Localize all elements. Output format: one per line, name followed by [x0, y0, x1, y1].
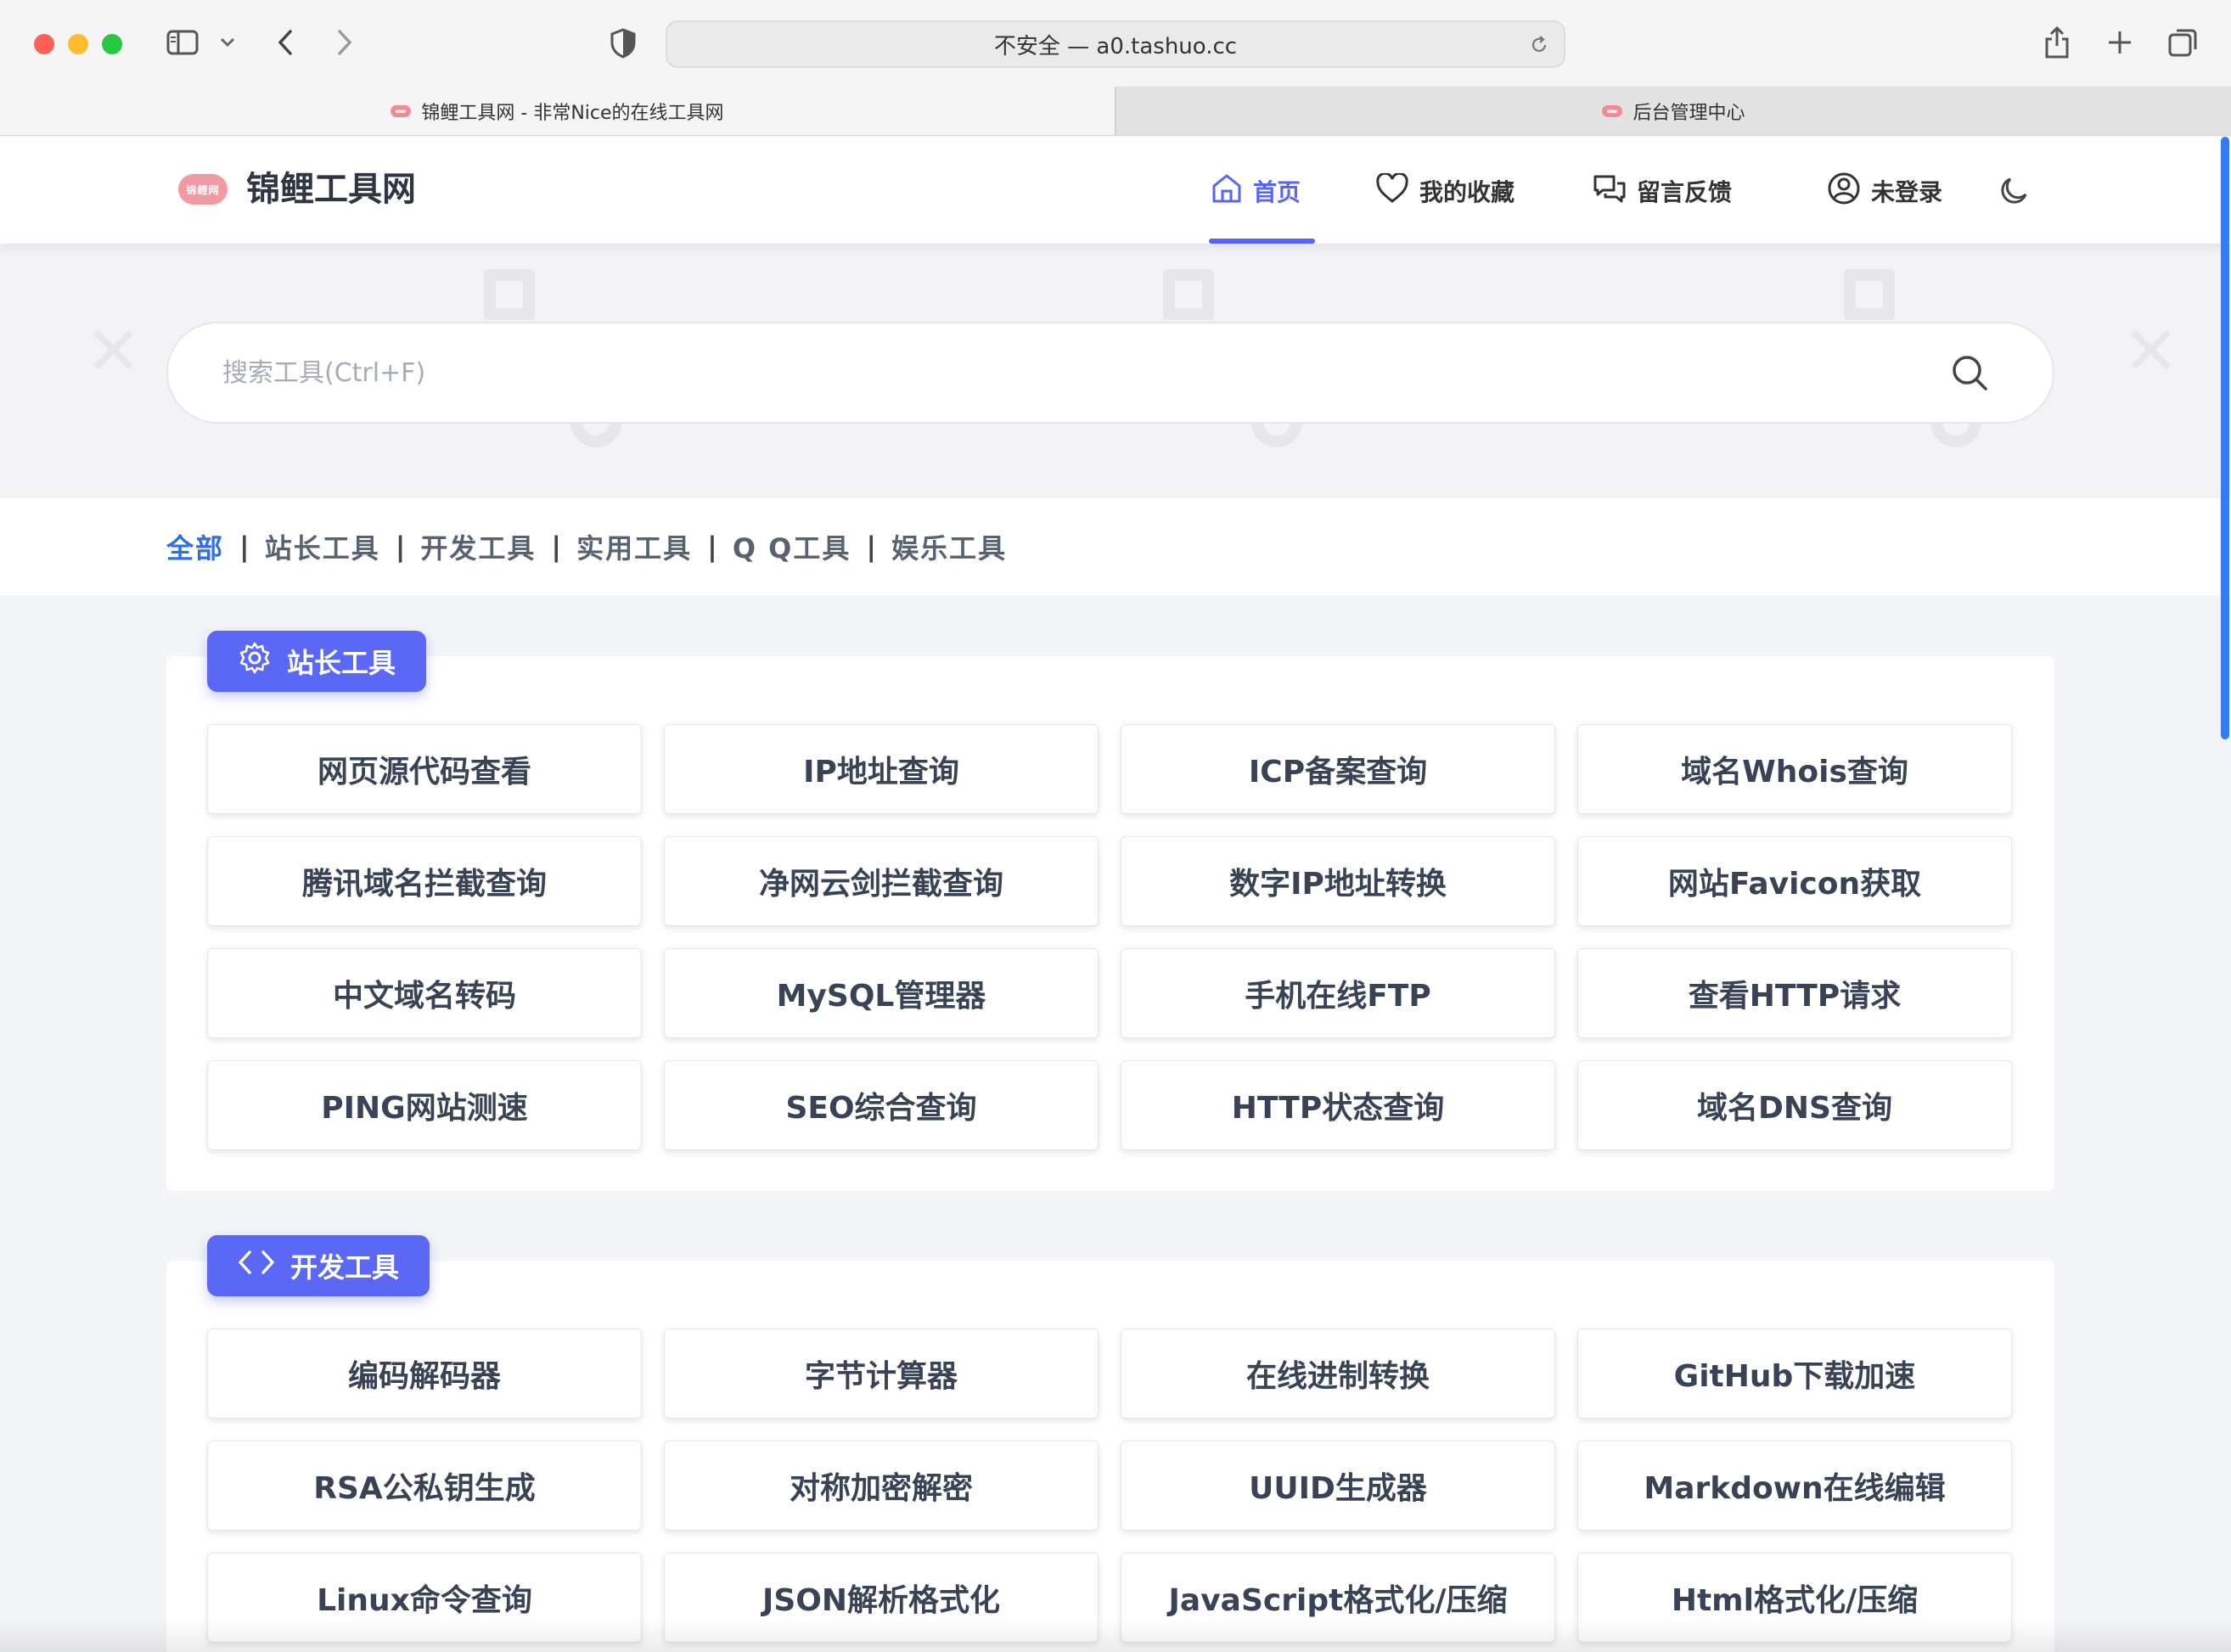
page-viewport: 锦鲤网 锦鲤工具网 首页 我的收藏 留言反馈 未登录 ✕ ✕ 搜索工具(Ctrl… [0, 137, 2231, 1652]
tool-card[interactable]: 域名Whois查询 [1577, 724, 2012, 814]
page-scrollbar[interactable] [2221, 137, 2231, 1652]
moon-icon[interactable] [1997, 174, 2031, 208]
tool-card[interactable]: MySQL管理器 [664, 948, 1099, 1038]
tool-card[interactable]: IP地址查询 [664, 724, 1099, 814]
site-favicon-icon [391, 104, 412, 117]
decor-cross-icon: ✕ [2122, 312, 2180, 391]
search-input[interactable] [168, 323, 1944, 422]
window-bottom-shadow [0, 1618, 2231, 1652]
tool-card[interactable]: 查看HTTP请求 [1577, 948, 2012, 1038]
nav-favorites[interactable]: 我的收藏 [1375, 166, 1514, 216]
zoom-window-button[interactable] [102, 34, 122, 54]
tool-card[interactable]: Markdown在线编辑 [1577, 1441, 2012, 1531]
nav-feedback-label: 留言反馈 [1637, 178, 1733, 206]
address-bar[interactable]: 不安全 — a0.tashuo.cc [666, 20, 1565, 68]
sidebar-toggle-icon[interactable] [166, 29, 199, 56]
tab-title: 后台管理中心 [1633, 102, 1745, 124]
section-badge: 站长工具 [207, 631, 427, 692]
nav-home[interactable]: 首页 [1211, 166, 1301, 216]
tool-card[interactable]: UUID生成器 [1121, 1441, 1555, 1531]
home-icon [1211, 172, 1243, 211]
section-badge: 开发工具 [207, 1235, 430, 1296]
nav-favorites-label: 我的收藏 [1419, 178, 1515, 206]
user-icon [1827, 171, 1861, 211]
tool-card[interactable]: PING网站测速 [207, 1060, 642, 1150]
decor-square-icon [1844, 269, 1895, 320]
search-icon[interactable] [1944, 347, 1995, 398]
reload-icon[interactable] [1526, 32, 1552, 58]
tool-card[interactable]: ICP备案查询 [1121, 724, 1555, 814]
chevron-down-icon[interactable] [216, 32, 239, 53]
tool-card[interactable]: 手机在线FTP [1121, 948, 1555, 1038]
heart-icon [1375, 171, 1409, 210]
category-separator: | [239, 531, 250, 563]
category-webmaster[interactable]: 站长工具 [265, 527, 380, 566]
nav-home-label: 首页 [1253, 178, 1301, 206]
section-dev-tools: 开发工具 编码解码器 字节计算器 在线进制转换 GitHub下载加速 RSA公私… [166, 1235, 2054, 1652]
category-separator: | [551, 531, 562, 563]
tool-card[interactable]: HTTP状态查询 [1121, 1060, 1555, 1150]
site-logo[interactable]: 锦鲤网 [178, 174, 228, 205]
search-hero: ✕ ✕ [0, 244, 2231, 498]
category-filter-bar: 全部 | 站长工具 | 开发工具 | 实用工具 | Q Q工具 | 娱乐工具 [0, 498, 2231, 595]
tool-card[interactable]: 编码解码器 [207, 1329, 642, 1419]
tool-grid: 网页源代码查看 IP地址查询 ICP备案查询 域名Whois查询 腾讯域名拦截查… [207, 724, 2012, 1150]
tab-strip: 锦鲤工具网 - 非常Nice的在线工具网 后台管理中心 [0, 87, 2231, 136]
tool-card[interactable]: 腾讯域名拦截查询 [207, 836, 642, 926]
browser-toolbar: 不安全 — a0.tashuo.cc [0, 0, 2231, 87]
site-title[interactable]: 锦鲤工具网 [246, 164, 416, 215]
decor-cross-icon: ✕ [85, 312, 143, 391]
privacy-shield-icon[interactable] [608, 27, 638, 59]
tab-admin[interactable]: 后台管理中心 [1115, 87, 2231, 135]
back-icon[interactable] [270, 25, 301, 59]
tool-card[interactable]: 网站Favicon获取 [1577, 836, 2012, 926]
tool-card[interactable]: 域名DNS查询 [1577, 1060, 2012, 1150]
category-qq[interactable]: Q Q工具 [733, 527, 851, 566]
nav-feedback[interactable]: 留言反馈 [1593, 166, 1732, 216]
forward-icon[interactable] [329, 25, 360, 59]
section-title: 开发工具 [290, 1251, 400, 1284]
category-all[interactable]: 全部 [166, 527, 224, 566]
nav-login-label: 未登录 [1871, 178, 1943, 206]
site-header: 锦鲤网 锦鲤工具网 首页 我的收藏 留言反馈 未登录 [0, 137, 2231, 244]
tab-overview-icon[interactable] [2166, 25, 2200, 59]
tool-card[interactable]: 中文域名转码 [207, 948, 642, 1038]
tool-card[interactable]: 网页源代码查看 [207, 724, 642, 814]
scrollbar-thumb[interactable] [2221, 137, 2229, 739]
category-utility[interactable]: 实用工具 [576, 527, 692, 566]
section-webmaster-tools: 站长工具 网页源代码查看 IP地址查询 ICP备案查询 域名Whois查询 腾讯… [166, 631, 2054, 1191]
site-favicon-icon [1602, 104, 1623, 117]
minimize-window-button[interactable] [68, 34, 88, 54]
chat-icon [1593, 173, 1627, 210]
tab-tool-site[interactable]: 锦鲤工具网 - 非常Nice的在线工具网 [0, 87, 1115, 135]
tool-card[interactable]: SEO综合查询 [664, 1060, 1099, 1150]
tool-card[interactable]: 字节计算器 [664, 1329, 1099, 1419]
nav-login[interactable]: 未登录 [1827, 166, 1942, 216]
category-separator: | [866, 531, 877, 563]
tool-card[interactable]: RSA公私钥生成 [207, 1441, 642, 1531]
search-box[interactable] [166, 322, 2054, 424]
tool-card[interactable]: 数字IP地址转换 [1121, 836, 1555, 926]
tool-card[interactable]: 净网云剑拦截查询 [664, 836, 1099, 926]
decor-square-icon [1163, 269, 1214, 320]
category-separator: | [395, 531, 406, 563]
gear-icon [238, 641, 272, 682]
category-separator: | [707, 531, 717, 563]
section-title: 站长工具 [287, 647, 396, 679]
tool-grid: 编码解码器 字节计算器 在线进制转换 GitHub下载加速 RSA公私钥生成 对… [207, 1329, 2012, 1643]
tool-card[interactable]: GitHub下载加速 [1577, 1329, 2012, 1419]
code-icon [238, 1249, 275, 1283]
nav-active-indicator [1209, 239, 1315, 244]
tool-card[interactable]: 对称加密解密 [664, 1441, 1099, 1531]
tool-card[interactable]: 在线进制转换 [1121, 1329, 1555, 1419]
close-window-button[interactable] [34, 34, 54, 54]
new-tab-icon[interactable] [2104, 25, 2136, 59]
category-fun[interactable]: 娱乐工具 [891, 527, 1007, 566]
decor-square-icon [484, 269, 535, 320]
category-dev[interactable]: 开发工具 [420, 527, 536, 566]
address-text: 不安全 — a0.tashuo.cc [993, 33, 1238, 59]
tab-title: 锦鲤工具网 - 非常Nice的在线工具网 [421, 102, 724, 124]
share-icon[interactable] [2041, 24, 2073, 61]
